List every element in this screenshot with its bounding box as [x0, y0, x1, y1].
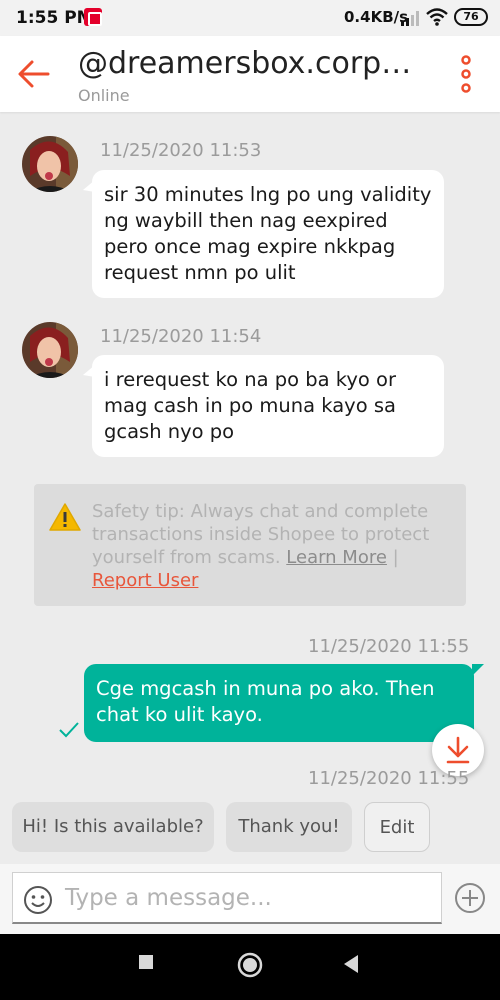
emoji-icon[interactable] [23, 885, 53, 915]
safety-tip-banner: Safety tip: Always chat and complete tra… [34, 484, 466, 606]
status-bar: 1:55 PM 0.4KB/s 76 [0, 0, 500, 36]
incoming-message-bubble[interactable]: i rerequest ko na po ba kyo or mag cash … [83, 355, 444, 457]
safety-tip-text: Safety tip: Always chat and complete tra… [92, 500, 452, 592]
battery-icon: 76 [454, 8, 488, 26]
chat-header: @dreamersbox.corpor... Online [0, 36, 500, 112]
message-timestamp: 11/25/2020 11:53 [100, 140, 262, 161]
outgoing-message-bubble[interactable]: Cge mgcash in muna po ako. Then chat ko … [84, 664, 484, 742]
back-nav-icon[interactable] [342, 953, 360, 975]
message-placeholder: Type a message... [65, 885, 272, 911]
warning-icon [49, 503, 81, 531]
message-timestamp: 11/25/2020 11:54 [100, 326, 262, 347]
arrow-left-icon[interactable] [16, 56, 52, 92]
quick-replies-bar: Hi! Is this available? Thank you! Edit [0, 802, 500, 854]
quick-reply-chip[interactable]: Thank you! [226, 802, 352, 852]
message-timestamp: 11/25/2020 11:55 [308, 636, 470, 657]
notification-icon [84, 8, 102, 26]
system-navigation-bar [0, 934, 500, 1000]
avatar[interactable] [22, 136, 78, 192]
avatar-photo-icon [22, 136, 78, 192]
plus-circle-icon[interactable] [454, 882, 486, 914]
status-time: 1:55 PM [16, 8, 94, 28]
learn-more-link[interactable]: Learn More [286, 547, 387, 568]
trailing-timestamp: 11/25/2020 11:55 [308, 768, 470, 789]
link-separator: | [392, 547, 399, 568]
arrow-down-icon [446, 736, 470, 764]
message-text: i rerequest ko na po ba kyo or mag cash … [104, 368, 397, 443]
incoming-message-bubble[interactable]: sir 30 minutes lng po ung validity ng wa… [83, 170, 444, 298]
more-vertical-icon[interactable] [456, 54, 476, 94]
online-status: Online [78, 86, 130, 105]
network-speed: 0.4KB/s [344, 8, 409, 26]
message-input[interactable]: Type a message... [12, 872, 442, 924]
signal-icon [401, 11, 419, 26]
check-icon [59, 722, 79, 738]
home-icon[interactable] [236, 951, 264, 979]
message-text: Cge mgcash in muna po ako. Then chat ko … [96, 677, 435, 726]
message-composer: Type a message... [0, 864, 500, 934]
message-text: sir 30 minutes lng po ung validity ng wa… [104, 183, 432, 284]
report-user-link[interactable]: Report User [92, 570, 198, 591]
wifi-icon [426, 8, 448, 26]
quick-reply-chip[interactable]: Hi! Is this available? [12, 802, 214, 852]
recent-apps-icon[interactable] [138, 954, 154, 970]
avatar-photo-icon [22, 322, 78, 378]
edit-quick-replies-button[interactable]: Edit [364, 802, 430, 852]
chat-title: @dreamersbox.corpor... [78, 46, 428, 81]
avatar[interactable] [22, 322, 78, 378]
